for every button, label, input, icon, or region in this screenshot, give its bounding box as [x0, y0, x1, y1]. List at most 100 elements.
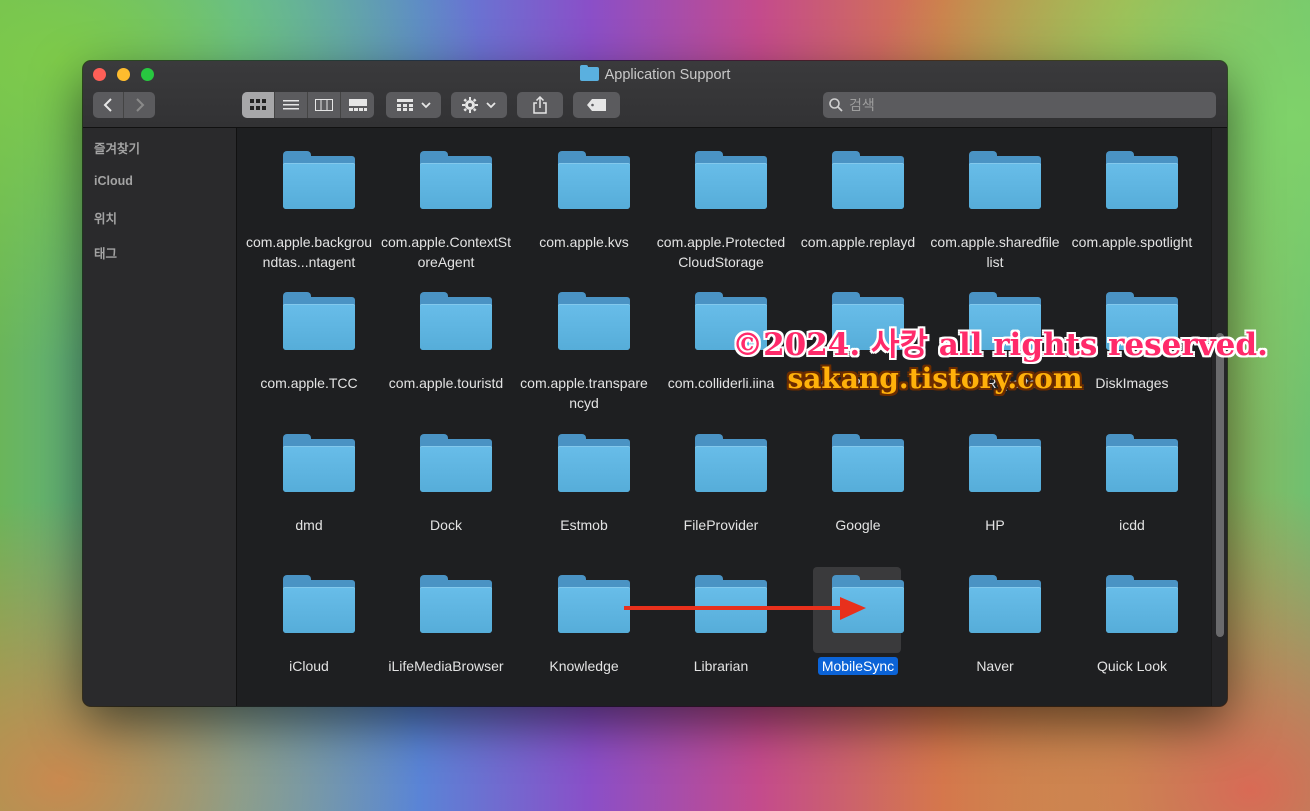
folder-label: com.apple.transparencyd — [520, 375, 648, 411]
folder-icon — [558, 292, 630, 350]
columns-icon — [315, 99, 333, 111]
folder-icon — [283, 151, 355, 209]
folder-label: com.apple.spotlight — [1071, 234, 1193, 250]
folder-icon — [832, 292, 904, 350]
folder-item[interactable]: com.apple.spotlight — [1067, 135, 1197, 265]
folder-icon — [1106, 575, 1178, 633]
folder-icon — [420, 434, 492, 492]
folder-label: CrashReporter — [949, 375, 1041, 391]
folder-item[interactable]: Google — [793, 418, 923, 548]
folder-label: DiskImages — [1095, 375, 1169, 391]
folder-item[interactable]: Naver — [930, 559, 1060, 689]
chevron-left-icon — [103, 98, 112, 112]
folder-icon — [420, 575, 492, 633]
folder-item[interactable]: Knowledge — [519, 559, 649, 689]
folder-label: com.apple.TCC — [260, 375, 358, 391]
nav-buttons — [93, 92, 155, 118]
folder-item[interactable]: com.apple.replayd — [793, 135, 923, 265]
folder-item[interactable]: Dock — [381, 418, 511, 548]
view-mode-control — [242, 92, 374, 118]
folder-item[interactable]: com.apple.ContextStoreAgent — [381, 135, 511, 270]
folder-label: FileProvider — [683, 517, 759, 533]
tag-icon — [586, 99, 606, 111]
folder-item[interactable]: iCloud — [244, 559, 374, 689]
action-menu-button[interactable] — [451, 92, 507, 118]
chevron-down-icon — [486, 102, 496, 109]
folder-item[interactable]: com.apple.sharedfilelist — [930, 135, 1060, 270]
folder-icon — [558, 151, 630, 209]
sidebar-section-locations[interactable]: 위치 — [94, 208, 117, 227]
folder-item[interactable]: Librarian — [656, 559, 786, 689]
share-icon — [533, 96, 547, 114]
folder-item[interactable]: HP — [930, 418, 1060, 548]
folder-item[interactable]: Quick Look — [1067, 559, 1197, 689]
folder-item[interactable]: icdd — [1067, 418, 1197, 548]
sidebar-section-favorites[interactable]: 즐겨찾기 — [94, 138, 140, 157]
folder-label: HP — [985, 517, 1005, 533]
folder-item[interactable]: Estmob — [519, 418, 649, 548]
scroll-thumb[interactable] — [1216, 333, 1224, 637]
folder-item[interactable]: DiskImages — [1067, 276, 1197, 406]
list-icon — [283, 100, 299, 110]
folder-label: Dock — [430, 517, 462, 533]
folder-icon — [283, 575, 355, 633]
folder-label: iLifeMediaBrowser — [388, 658, 504, 674]
folder-item[interactable]: com.apple.kvs — [519, 135, 649, 265]
folder-item[interactable]: com.colliderli.iina — [656, 276, 786, 406]
folder-icon — [832, 151, 904, 209]
gallery-view-button[interactable] — [341, 92, 374, 118]
folder-label: com.apple.touristd — [388, 375, 504, 391]
folder-item[interactable]: com.apple.transparencyd — [519, 276, 649, 411]
folder-item[interactable]: MobileSync — [793, 559, 923, 689]
folder-icon — [1106, 151, 1178, 209]
folder-icon — [283, 434, 355, 492]
folder-label: com.apple.ProtectedCloudStorage — [656, 234, 786, 270]
vertical-scrollbar[interactable] — [1211, 128, 1227, 706]
folder-label: Estmob — [560, 517, 608, 533]
group-by-button[interactable] — [386, 92, 441, 118]
search-field[interactable]: 검색 — [823, 92, 1216, 118]
share-button[interactable] — [517, 92, 563, 118]
folder-item[interactable]: CoreParsec — [793, 276, 923, 406]
folder-item[interactable]: dmd — [244, 418, 374, 548]
grid-icon — [250, 99, 266, 110]
folder-item[interactable]: CrashReporter — [930, 276, 1060, 406]
folder-item[interactable]: com.apple.backgroundtas...ntagent — [244, 135, 374, 270]
folder-icon — [969, 151, 1041, 209]
folder-label: iCloud — [289, 658, 329, 674]
column-view-button[interactable] — [308, 92, 341, 118]
folder-icon — [969, 292, 1041, 350]
folder-label: com.apple.kvs — [539, 234, 629, 250]
gear-icon — [462, 97, 478, 113]
chevron-right-icon — [135, 98, 144, 112]
sidebar-section-tags[interactable]: 태그 — [94, 243, 117, 262]
folder-item[interactable]: com.apple.TCC — [244, 276, 374, 406]
folder-label: com.colliderli.iina — [667, 375, 775, 391]
folder-label: dmd — [295, 517, 323, 533]
folder-label: Librarian — [693, 658, 749, 674]
folder-icon — [283, 292, 355, 350]
folder-icon — [1106, 292, 1178, 350]
tags-button[interactable] — [573, 92, 620, 118]
folder-icon — [558, 434, 630, 492]
sidebar: 즐겨찾기 iCloud 위치 태그 — [83, 128, 237, 706]
list-view-button[interactable] — [275, 92, 308, 118]
folder-icon — [695, 292, 767, 350]
folder-label: com.apple.sharedfilelist — [930, 234, 1060, 270]
folder-label: Quick Look — [1096, 658, 1168, 674]
sidebar-section-icloud[interactable]: iCloud — [94, 174, 133, 188]
folder-item[interactable]: com.apple.ProtectedCloudStorage — [656, 135, 786, 270]
folder-icon — [832, 434, 904, 492]
folder-icon — [420, 292, 492, 350]
back-button[interactable] — [93, 92, 124, 118]
title-bar[interactable]: Application Support 검색 — [83, 61, 1227, 128]
chevron-down-icon — [420, 102, 431, 109]
folder-icon — [969, 434, 1041, 492]
folder-item[interactable]: FileProvider — [656, 418, 786, 548]
forward-button[interactable] — [124, 92, 155, 118]
folder-item[interactable]: com.apple.touristd — [381, 276, 511, 406]
folder-label: Google — [835, 517, 881, 533]
folder-icon — [695, 434, 767, 492]
icon-view-button[interactable] — [242, 92, 275, 118]
folder-item[interactable]: iLifeMediaBrowser — [381, 559, 511, 689]
